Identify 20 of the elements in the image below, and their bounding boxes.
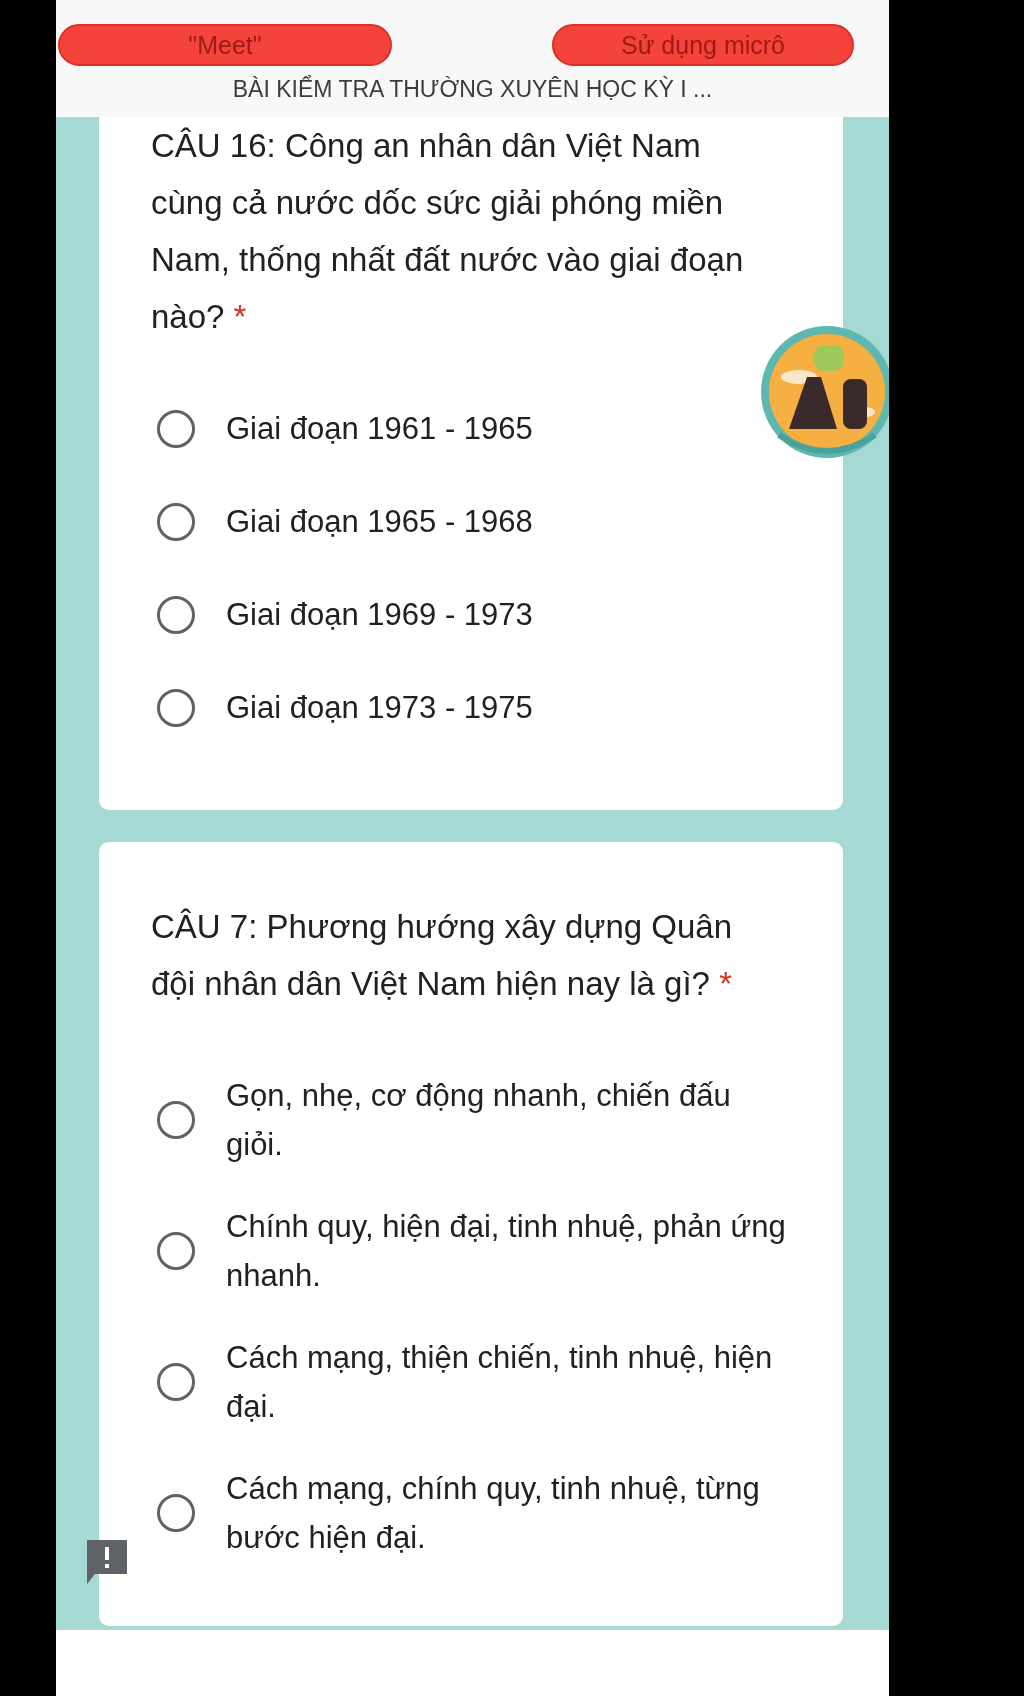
radio-button[interactable] bbox=[157, 1363, 195, 1401]
option-label[interactable]: Giai đoạn 1961 - 1965 bbox=[226, 404, 533, 453]
radio-button[interactable] bbox=[157, 1494, 195, 1532]
radio-button[interactable] bbox=[157, 1101, 195, 1139]
option-label[interactable]: Cách mạng, thiện chiến, tinh nhuệ, hiện đại. bbox=[226, 1333, 786, 1431]
option-label[interactable]: Giai đoạn 1965 - 1968 bbox=[226, 497, 533, 546]
radio-button[interactable] bbox=[157, 409, 195, 448]
radio-button[interactable] bbox=[157, 502, 195, 541]
radio-button[interactable] bbox=[157, 688, 195, 727]
radio-button[interactable] bbox=[157, 1232, 195, 1270]
option-label[interactable]: Giai đoạn 1969 - 1973 bbox=[226, 590, 533, 639]
option-label[interactable]: Giai đoạn 1973 - 1975 bbox=[226, 683, 533, 732]
option-label[interactable]: Chính quy, hiện đại, tinh nhuệ, phản ứng nhanh. bbox=[226, 1202, 786, 1300]
option-label[interactable]: Cách mạng, chính quy, tinh nhuệ, từng bước hiện đại. bbox=[226, 1464, 786, 1562]
question-text: CÂU 7: Phương hướng xây dựng Quân đội nhân dân Việt Nam hiện nay là gì? * bbox=[151, 907, 734, 1004]
feedback-icon[interactable] bbox=[87, 1540, 127, 1584]
option-label[interactable]: Gọn, nhẹ, cơ động nhanh, chiến đấu giỏi. bbox=[226, 1071, 786, 1169]
question-text: CÂU 16: Công an nhân dân Việt Nam cùng cả nước dốc sức giải phóng miền Nam, thống nhất đất nước vào giai đoạn nào? * bbox=[151, 126, 745, 337]
form-title: BÀI KIỂM TRA THƯỜNG XUYÊN HỌC KỲ I ... bbox=[231, 76, 714, 103]
radio-button[interactable] bbox=[157, 595, 195, 634]
